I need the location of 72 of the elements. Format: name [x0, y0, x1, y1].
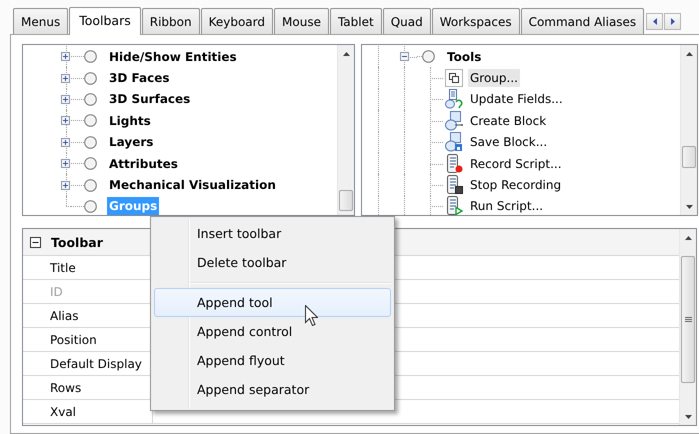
- caret-right-icon: [670, 18, 675, 25]
- grip-icon: [684, 316, 692, 322]
- circle-icon: [422, 50, 435, 64]
- tab-scroll-left-button[interactable]: [646, 13, 664, 30]
- tree-item[interactable]: Create Block: [468, 112, 548, 130]
- tab[interactable]: Mouse: [274, 8, 329, 34]
- circle-icon: [84, 136, 97, 149]
- circle-icon: [84, 114, 97, 128]
- script-stop-icon: [445, 175, 463, 196]
- tab[interactable]: Tablet: [330, 8, 382, 34]
- scroll-down-icon[interactable]: [684, 414, 692, 418]
- tab-scroll-right-button[interactable]: [664, 13, 682, 30]
- block-save-icon: [445, 132, 463, 152]
- menu-item[interactable]: Append separator: [154, 375, 391, 404]
- collapse-icon[interactable]: [30, 236, 41, 248]
- circle-icon: [84, 72, 97, 85]
- circle-icon: [84, 50, 97, 64]
- tab[interactable]: Workspaces: [432, 8, 520, 34]
- tab[interactable]: Menus: [13, 8, 68, 34]
- tree-item[interactable]: Group...: [468, 69, 520, 88]
- scrollbar[interactable]: [680, 45, 697, 215]
- expand-icon[interactable]: [61, 138, 70, 147]
- tree-item[interactable]: Attributes: [107, 154, 180, 173]
- tree-item[interactable]: Tools: [445, 48, 484, 66]
- menu-item[interactable]: Insert toolbar: [154, 219, 391, 248]
- document-refresh-icon: [445, 89, 463, 110]
- tab[interactable]: Command Aliases: [520, 8, 644, 34]
- scrollbar-thumb[interactable]: [339, 190, 353, 211]
- collapse-icon[interactable]: [400, 52, 408, 62]
- block-icon: [445, 110, 463, 131]
- menu-item[interactable]: Append control: [154, 317, 391, 346]
- scroll-down-icon[interactable]: [686, 204, 692, 208]
- circle-icon: [84, 92, 97, 106]
- tree-item[interactable]: Hide/Show Entities: [107, 48, 239, 66]
- tree-item[interactable]: Record Script...: [468, 154, 564, 173]
- circle-icon: [84, 178, 97, 192]
- scroll-up-icon[interactable]: [686, 52, 692, 56]
- scrollbar[interactable]: [679, 229, 696, 425]
- menu-item[interactable]: Append tool: [154, 288, 391, 317]
- expand-icon[interactable]: [61, 52, 70, 62]
- mouse-pointer-icon: [305, 305, 318, 326]
- menu-item[interactable]: Append flyout: [154, 346, 391, 375]
- tree-item[interactable]: 3D Faces: [107, 69, 172, 88]
- category-label: Toolbar: [51, 234, 103, 250]
- tree-item[interactable]: Mechanical Visualization: [107, 176, 278, 194]
- tree-item[interactable]: Lights: [107, 112, 153, 130]
- tree-item[interactable]: Save Block...: [468, 133, 550, 152]
- circle-icon: [84, 157, 97, 170]
- scroll-up-icon[interactable]: [684, 236, 692, 240]
- scroll-up-icon[interactable]: [342, 52, 350, 56]
- circle-icon: [84, 200, 97, 213]
- expand-icon[interactable]: [61, 74, 70, 83]
- expand-icon[interactable]: [61, 180, 70, 190]
- caret-left-icon: [652, 18, 657, 25]
- tab[interactable]: Quad: [382, 8, 431, 34]
- expand-icon[interactable]: [61, 94, 70, 104]
- tree-item[interactable]: Update Fields...: [468, 90, 565, 108]
- scrollbar[interactable]: [337, 45, 354, 215]
- menu-item[interactable]: Delete toolbar: [154, 248, 391, 277]
- tree-item[interactable]: Stop Recording: [468, 176, 564, 194]
- tree-item[interactable]: Run Script...: [468, 197, 546, 215]
- expand-icon[interactable]: [61, 159, 70, 168]
- script-record-icon: [445, 154, 463, 174]
- overlapping-squares-icon: [445, 68, 463, 88]
- expand-icon[interactable]: [61, 116, 70, 126]
- tree-item[interactable]: Layers: [107, 133, 156, 152]
- tab[interactable]: Ribbon: [142, 8, 200, 34]
- tab[interactable]: Toolbars: [69, 7, 141, 35]
- scrollbar-thumb[interactable]: [682, 146, 696, 168]
- tab[interactable]: Keyboard: [200, 8, 274, 34]
- scrollbar-thumb[interactable]: [681, 256, 695, 383]
- tree-item[interactable]: 3D Surfaces: [107, 90, 192, 108]
